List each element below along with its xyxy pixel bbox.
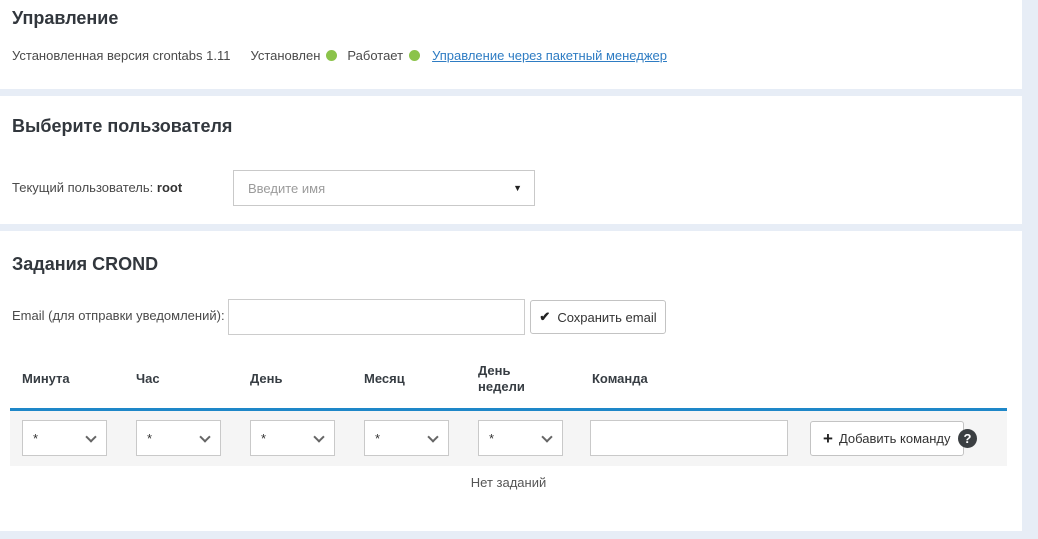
select-user-title: Выберите пользователя xyxy=(12,116,232,137)
plus-icon: + xyxy=(823,429,833,449)
current-user-label: Текущий пользователь: root xyxy=(12,180,182,195)
day-select[interactable]: * xyxy=(250,420,335,456)
column-header-command: Команда xyxy=(570,371,684,387)
column-header-minute: Минута xyxy=(0,371,114,387)
cron-table-header: Минута Час День Месяц День недели Команд… xyxy=(0,359,1007,399)
current-user-value: root xyxy=(157,180,182,195)
help-icon[interactable]: ? xyxy=(958,429,977,448)
weekday-select[interactable]: * xyxy=(478,420,563,456)
no-tasks-text: Нет заданий xyxy=(10,475,1007,490)
caret-down-icon: ▼ xyxy=(513,184,522,193)
column-header-weekday: День недели xyxy=(456,363,570,396)
chevron-down-icon xyxy=(199,431,210,442)
column-header-day: День xyxy=(228,371,342,387)
select-user-section: Выберите пользователя Текущий пользовате… xyxy=(0,96,1022,224)
add-command-button[interactable]: + Добавить команду xyxy=(810,421,964,456)
month-select[interactable]: * xyxy=(364,420,449,456)
management-title: Управление xyxy=(12,8,118,29)
check-icon: ✔ xyxy=(539,309,550,325)
status-green-dot-icon xyxy=(326,50,337,61)
column-header-month: Месяц xyxy=(342,371,456,387)
column-header-hour: Час xyxy=(114,371,228,387)
crond-tasks-title: Задания CROND xyxy=(12,254,158,275)
management-section: Управление Установленная версия crontabs… xyxy=(0,0,1022,89)
running-status-label: Работает xyxy=(347,48,403,63)
hour-select[interactable]: * xyxy=(136,420,221,456)
installed-version-text: Установленная версия crontabs 1.11 xyxy=(12,48,230,63)
email-label: Email (для отправки уведомлений): xyxy=(12,308,225,323)
package-manager-link[interactable]: Управление через пакетный менеджер xyxy=(432,48,667,63)
save-email-button[interactable]: ✔ Сохранить email xyxy=(530,300,666,334)
user-select-placeholder: Введите имя xyxy=(248,181,325,196)
minute-select[interactable]: * xyxy=(22,420,107,456)
crond-tasks-section: Задания CROND Email (для отправки уведом… xyxy=(0,231,1022,531)
installed-status-label: Установлен xyxy=(250,48,320,63)
user-select[interactable]: Введите имя ▼ xyxy=(233,170,535,206)
running-status: Работает xyxy=(347,48,420,63)
installed-status: Установлен xyxy=(250,48,337,63)
management-info-row: Установленная версия crontabs 1.11 Устан… xyxy=(12,48,667,63)
chevron-down-icon xyxy=(427,431,438,442)
chevron-down-icon xyxy=(541,431,552,442)
email-input[interactable] xyxy=(228,299,525,335)
status-green-dot-icon xyxy=(409,50,420,61)
chevron-down-icon xyxy=(85,431,96,442)
new-task-row: * * * * * + Добавить команду ? xyxy=(10,408,1007,466)
chevron-down-icon xyxy=(313,431,324,442)
command-input[interactable] xyxy=(590,420,788,456)
